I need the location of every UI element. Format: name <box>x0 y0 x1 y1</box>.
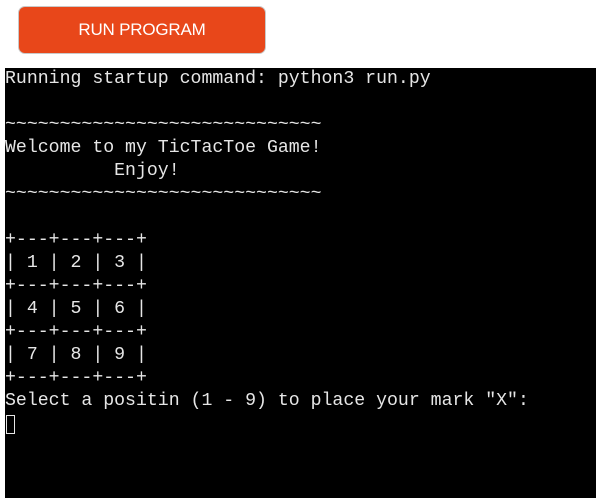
terminal-line-welcome: Welcome to my TicTacToe Game! <box>5 138 322 158</box>
terminal-line-startup: Running startup command: python3 run.py <box>5 69 431 89</box>
board-border-line: +---+---+---+ <box>5 276 147 296</box>
board-border-line: +---+---+---+ <box>5 230 147 250</box>
terminal-line-enjoy: Enjoy! <box>5 161 180 181</box>
board-border-line: +---+---+---+ <box>5 322 147 342</box>
terminal-prompt: Select a positin (1 - 9) to place your m… <box>5 391 529 411</box>
terminal-line-tilde-top: ~~~~~~~~~~~~~~~~~~~~~~~~~~~~~ <box>5 115 322 135</box>
terminal-line-tilde-bottom: ~~~~~~~~~~~~~~~~~~~~~~~~~~~~~ <box>5 184 322 204</box>
terminal-cursor[interactable] <box>6 415 15 434</box>
run-program-button[interactable]: RUN PROGRAM <box>18 6 266 54</box>
board-border-line: +---+---+---+ <box>5 368 147 388</box>
board-row-1: | 1 | 2 | 3 | <box>5 253 147 273</box>
board-row-2: | 4 | 5 | 6 | <box>5 299 147 319</box>
terminal[interactable]: Running startup command: python3 run.py … <box>5 68 596 498</box>
board-row-3: | 7 | 8 | 9 | <box>5 345 147 365</box>
